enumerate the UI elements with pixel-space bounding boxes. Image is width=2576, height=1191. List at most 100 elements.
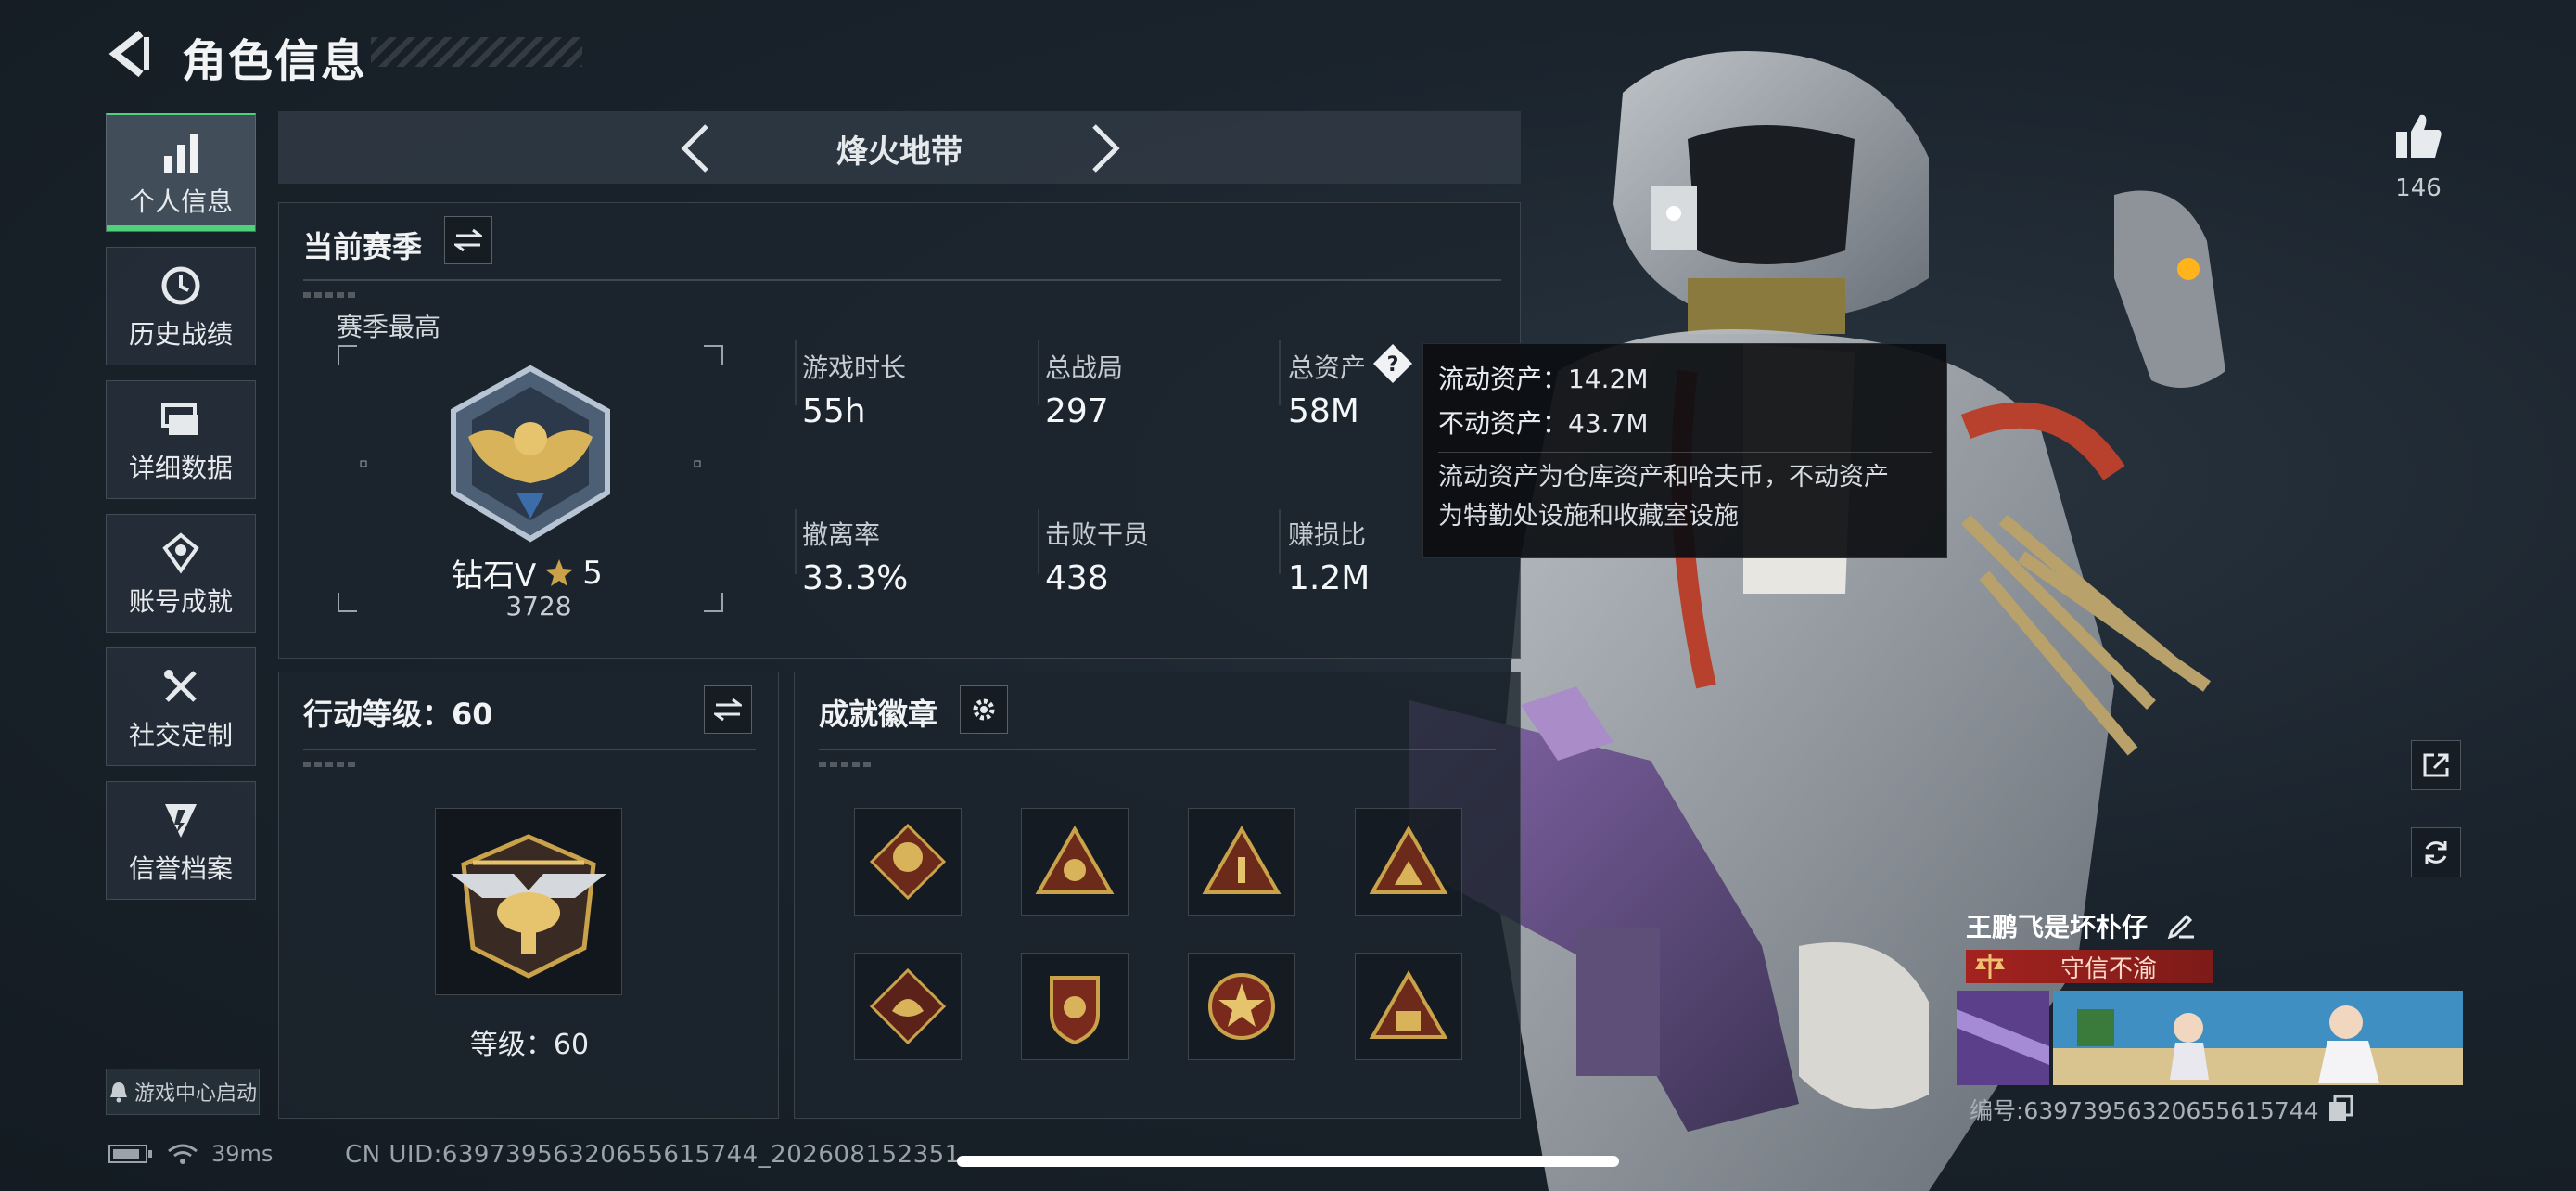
stat-label-total-assets: 总资产 [1288, 352, 1367, 383]
status-bar: 39ms [108, 1141, 273, 1167]
tooltip-desc-line1: 流动资产为仓库资产和哈夫币，不动资产 [1438, 463, 1889, 492]
gear-icon [973, 698, 995, 721]
stat-label-extract-rate: 撤离率 [802, 519, 881, 550]
badge-6[interactable] [1021, 953, 1129, 1060]
stat-label-total-matches: 总战局 [1045, 352, 1124, 383]
uid-line: CN UID:63973956320655615744_202608152351 [345, 1141, 961, 1169]
badge-4[interactable] [1355, 808, 1462, 916]
sidebar-item-account-achievement[interactable]: 账号成就 [106, 514, 256, 633]
achievement-icon [162, 532, 199, 574]
battery-icon [108, 1145, 152, 1163]
badge-5[interactable] [854, 953, 962, 1060]
tools-icon [164, 670, 197, 702]
badges-panel: 成就徽章 [794, 672, 1521, 1119]
sidebar-item-social-custom[interactable]: 社交定制 [106, 647, 256, 766]
swap-arrows-icon [714, 698, 742, 722]
home-indicator[interactable] [957, 1156, 1619, 1167]
badge-7[interactable] [1188, 953, 1295, 1060]
sidebar-item-reputation[interactable]: 信誉档案 [106, 781, 256, 900]
next-mode-arrow-icon[interactable] [1087, 122, 1124, 174]
badge-triangle-icon [1035, 825, 1115, 894]
folder-icon [161, 403, 198, 435]
rank-name: 钻石V [452, 557, 537, 595]
tooltip-fixed-assets: 不动资产：43.7M [1438, 408, 1649, 439]
back-arrow-icon[interactable] [104, 28, 152, 80]
edit-pencil-icon[interactable] [2166, 909, 2196, 939]
stat-value-profit-ratio: 1.2M [1288, 559, 1371, 597]
help-question-icon[interactable]: ? [1371, 342, 1414, 385]
player-id: 编号:63973956320655615744 [1970, 1097, 2319, 1124]
badge-number-one-icon [1202, 825, 1282, 894]
action-level-switch-button[interactable] [704, 685, 752, 734]
sidebar-item-personal-info[interactable]: 个人信息 [106, 113, 256, 232]
helicopter-emblem-icon [451, 834, 606, 979]
badge-temple-icon [1369, 969, 1448, 1039]
season-title: 当前赛季 [303, 229, 423, 264]
badge-3[interactable] [1188, 808, 1295, 916]
honor-badge: 守信不渝 [1966, 950, 2213, 983]
stat-value-kills: 438 [1045, 559, 1109, 597]
assets-tooltip: 流动资产：14.2M 不动资产：43.7M 流动资产为仓库资产和哈夫币，不动资产… [1422, 343, 1947, 558]
stat-label-profit-ratio: 赚损比 [1288, 519, 1367, 550]
rank-score: 3728 [505, 591, 572, 621]
stat-label-kills: 击败干员 [1045, 519, 1150, 550]
refresh-icon [2425, 841, 2447, 864]
player-name: 王鹏飞是坏朴仔 [1966, 912, 2149, 942]
share-icon [2423, 753, 2449, 777]
stat-value-total-assets: 58M [1288, 392, 1359, 430]
badge-cluster-icon [869, 823, 947, 901]
badge-1[interactable] [854, 808, 962, 916]
player-card-banner[interactable] [1957, 991, 2463, 1085]
page-title: 角色信息 [182, 35, 368, 87]
star-icon [545, 558, 574, 586]
history-clock-icon [161, 266, 200, 305]
mode-label: 烽火地带 [836, 134, 963, 171]
badge-8[interactable] [1355, 953, 1462, 1060]
mode-selector: 烽火地带 [278, 111, 1521, 184]
action-level-panel: 行动等级：60 等级：60 [278, 672, 779, 1119]
sidebar-item-detail-data[interactable]: 详细数据 [106, 380, 256, 499]
wifi-icon [168, 1144, 198, 1164]
title-decoration [371, 37, 582, 67]
badge-shield-icon [1050, 976, 1100, 1045]
stat-value-extract-rate: 33.3% [802, 559, 909, 597]
rank-emblem-icon [451, 365, 610, 543]
like-count: 146 [2395, 174, 2442, 202]
badges-title: 成就徽章 [819, 697, 938, 732]
honor-label: 守信不渝 [2060, 954, 2158, 983]
level-text: 等级：60 [469, 1029, 590, 1061]
sidebar-item-history[interactable]: 历史战绩 [106, 247, 256, 365]
sidebar-item-label: 信誉档案 [128, 853, 233, 884]
bell-icon [109, 1082, 127, 1103]
reputation-icon [165, 804, 197, 838]
tooltip-desc-line2: 为特勤处设施和收藏室设施 [1438, 502, 1739, 531]
action-level-title: 行动等级：60 [303, 697, 493, 732]
sidebar-item-label: 个人信息 [128, 186, 233, 217]
sidebar-item-label: 详细数据 [128, 453, 233, 483]
share-button[interactable] [2411, 740, 2461, 790]
badge-dragon-icon [869, 967, 947, 1045]
launch-label: 游戏中心启动 [134, 1082, 257, 1106]
sidebar-item-label: 社交定制 [128, 720, 233, 750]
stat-value-playtime: 55h [802, 392, 866, 430]
rank-stars: 5 [582, 554, 603, 592]
refresh-button[interactable] [2411, 827, 2461, 877]
game-center-launch-button[interactable]: 游戏中心启动 [106, 1069, 260, 1115]
badge-2[interactable] [1021, 808, 1129, 916]
season-best-label: 赛季最高 [337, 312, 441, 342]
badge-mountain-icon [1369, 825, 1448, 894]
badges-settings-button[interactable] [960, 685, 1008, 734]
ping-value: 39ms [211, 1141, 274, 1167]
bar-chart-icon [164, 134, 198, 173]
svg-text:?: ? [1387, 353, 1399, 377]
tooltip-liquid-assets: 流动资产：14.2M [1438, 364, 1649, 394]
season-switch-button[interactable] [444, 216, 492, 264]
stat-value-total-matches: 297 [1045, 392, 1109, 430]
rank-line: 钻石V 5 [452, 550, 603, 596]
scales-icon [1975, 954, 2005, 979]
sidebar-item-label: 账号成就 [128, 586, 233, 617]
copy-icon[interactable] [2327, 1095, 2353, 1122]
stat-label-playtime: 游戏时长 [802, 352, 907, 383]
like-thumb-icon[interactable] [2392, 109, 2444, 161]
level-emblem-frame [435, 808, 622, 995]
